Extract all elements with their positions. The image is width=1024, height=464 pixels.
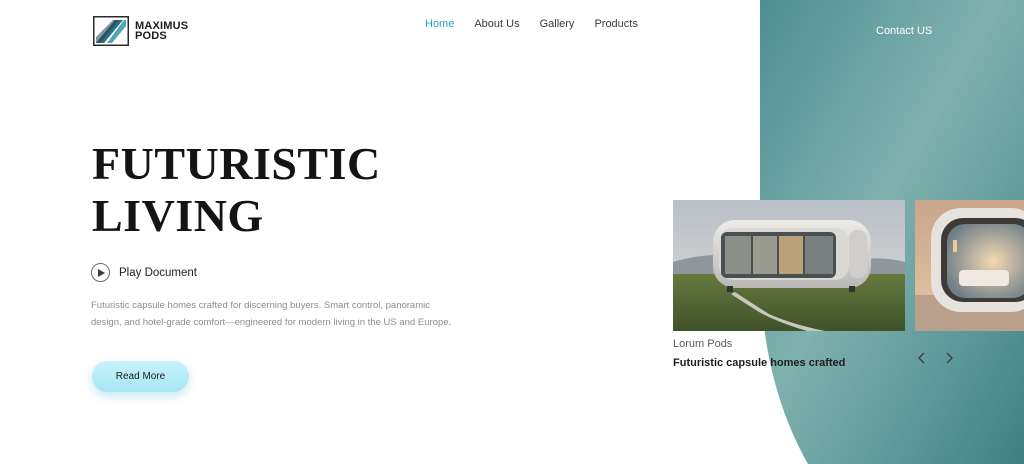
brand-name: MAXIMUS PODS — [135, 21, 188, 42]
chevron-left-icon — [918, 352, 925, 364]
carousel-next-button[interactable] — [941, 350, 957, 366]
brand-name-line2: PODS — [135, 30, 167, 42]
hero-title: FUTURISTIC LIVING — [92, 138, 381, 242]
carousel-prev-button[interactable] — [914, 350, 930, 366]
chevron-right-icon — [946, 352, 953, 364]
brand-logo[interactable]: MAXIMUS PODS — [93, 16, 188, 46]
main-nav: Home About Us Gallery Products — [425, 18, 638, 30]
hero-title-line2: LIVING — [92, 190, 264, 241]
hero-title-line1: FUTURISTIC — [92, 138, 381, 189]
play-document-button[interactable]: Play Document — [91, 263, 197, 282]
diagonal-stripes-logo-icon — [93, 16, 129, 46]
nav-item-products[interactable]: Products — [594, 18, 637, 30]
nav-item-home[interactable]: Home — [425, 18, 454, 30]
read-more-button[interactable]: Read More — [92, 361, 189, 392]
product-image-pod-interior[interactable] — [915, 200, 1024, 331]
product-card-subtitle: Lorum Pods — [673, 338, 733, 350]
hero-description: Futuristic capsule homes crafted for dis… — [91, 300, 452, 328]
nav-item-gallery[interactable]: Gallery — [540, 18, 575, 30]
play-document-label: Play Document — [119, 266, 197, 279]
nav-item-about-us[interactable]: About Us — [474, 18, 519, 30]
product-card-title: Futuristic capsule homes crafted — [673, 357, 846, 369]
play-icon[interactable] — [91, 263, 110, 282]
contact-us-link[interactable]: Contact US — [876, 25, 932, 37]
product-image-capsule-pod[interactable] — [673, 200, 905, 331]
landing-page: MAXIMUS PODS Home About Us Gallery Produ… — [0, 0, 1024, 464]
